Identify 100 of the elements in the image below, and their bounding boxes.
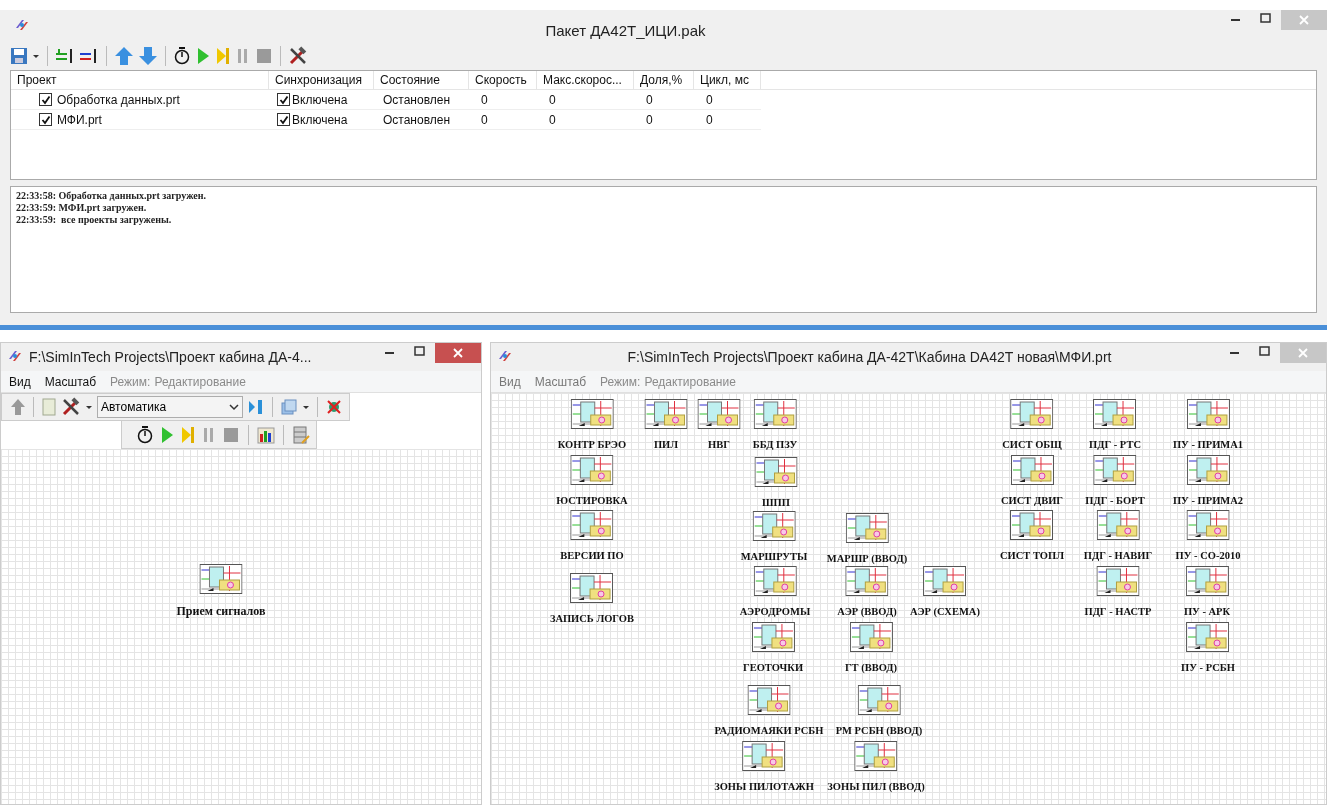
block-icon[interactable] [849, 622, 893, 652]
block-label: ПУ - ПРИМА1 [1172, 438, 1244, 452]
block-label: ПДГ - НАВИГ [1083, 549, 1153, 563]
column-header[interactable]: Состояние [374, 71, 469, 89]
checkbox[interactable] [277, 93, 290, 106]
save-icon[interactable] [10, 46, 28, 66]
block-label: АЭР (СХЕМА) [910, 605, 980, 619]
remove-link-icon[interactable] [79, 46, 99, 66]
block-label: ВЕРСИИ ПО [560, 549, 624, 563]
table-cell-text: 0 [705, 91, 714, 109]
checkbox[interactable] [39, 93, 52, 106]
add-link-icon[interactable] [55, 46, 75, 66]
block-icon[interactable] [570, 399, 614, 429]
block-label: ШПП [762, 496, 790, 510]
block-icon[interactable] [1096, 510, 1140, 540]
window-title: F:\SimInTech Projects\Проект кабина ДА-4... [29, 348, 312, 367]
block-label: ПДГ - НАСТР [1084, 605, 1152, 619]
block-icon[interactable] [570, 573, 614, 603]
mode-value: Редактирование [644, 373, 736, 391]
block-icon[interactable] [845, 566, 889, 596]
block-icon[interactable] [742, 741, 786, 771]
block-label: РАДИОМАЯКИ РСБН [714, 724, 824, 738]
table-cell-text: МФИ.prt [57, 111, 102, 129]
table-cell-text: 0 [705, 111, 714, 129]
log-line: 22:33:58: Обработка данных.prt загружен. [16, 190, 207, 202]
block-icon[interactable] [857, 685, 901, 715]
block-icon[interactable] [1093, 399, 1137, 429]
block-label: ГЕОТОЧКИ [742, 661, 804, 675]
table-cell-text: 0 [480, 91, 489, 109]
app-logo-icon [7, 349, 23, 363]
chevron-down-icon[interactable] [229, 403, 239, 411]
block-icon[interactable] [752, 511, 796, 541]
checkbox[interactable] [277, 113, 290, 126]
column-header[interactable]: Цикл, мс [694, 71, 761, 89]
block-icon[interactable] [753, 566, 797, 596]
stopwatch-icon[interactable] [136, 424, 154, 445]
menu-item[interactable]: Вид [9, 372, 31, 391]
block-label: ГТ (ВВОД) [844, 661, 898, 675]
block-label: СИСТ ТОПЛ [1000, 549, 1064, 563]
block-icon[interactable] [1093, 455, 1137, 485]
block-icon[interactable] [1186, 510, 1230, 540]
table-cell-text: 0 [548, 91, 557, 109]
column-header[interactable]: Скорость [469, 71, 537, 89]
block-label: ЗОНЫ ПИЛ (ВВОД) [827, 780, 925, 794]
tools-icon[interactable] [288, 46, 308, 66]
window-title: F:\SimInTech Projects\Проект кабина ДА-42Т\Кабина DA42T новая\МФИ.prt [626, 348, 1113, 367]
table-cell-text: Остановлен [382, 91, 452, 109]
block-icon[interactable] [751, 622, 795, 652]
block-icon[interactable] [854, 741, 898, 771]
block-icon[interactable] [845, 513, 889, 543]
table-cell-text: 0 [480, 111, 489, 129]
block-label: ПУ - АРК [1183, 605, 1231, 619]
block-label: ЮСТИРОВКА [556, 494, 628, 508]
block-icon[interactable] [923, 566, 967, 596]
block-icon[interactable] [1186, 622, 1230, 652]
menu-item[interactable]: Вид [499, 372, 521, 391]
close-icon[interactable] [453, 348, 463, 358]
table-cell-text: 0 [645, 91, 654, 109]
block-label: АЭР (ВВОД) [837, 605, 897, 619]
block-icon[interactable] [697, 399, 741, 429]
menu-item[interactable]: Масштаб [44, 372, 97, 391]
block-label: ЗОНЫ ПИЛОТАЖН [714, 780, 814, 794]
tools-icon[interactable] [61, 397, 81, 417]
block-label: ПУ - ПРИМА2 [1172, 494, 1244, 508]
stopwatch-icon[interactable] [173, 46, 191, 66]
checkbox[interactable] [39, 113, 52, 126]
block-icon[interactable] [1096, 566, 1140, 596]
arrow-up-icon[interactable] [114, 46, 134, 66]
block-icon[interactable] [1185, 566, 1229, 596]
column-header[interactable]: Проект [11, 71, 269, 89]
block-icon[interactable] [199, 564, 243, 594]
block-icon[interactable] [753, 399, 797, 429]
category-dropdown[interactable]: Автоматика [97, 396, 243, 418]
block-label: ПУ - РСБН [1181, 661, 1235, 675]
block-icon[interactable] [1186, 455, 1230, 485]
block-icon[interactable] [570, 455, 614, 485]
block-icon[interactable] [747, 685, 791, 715]
block-icon[interactable] [644, 399, 688, 429]
block-label: РМ РСБН (ВВОД) [835, 724, 923, 738]
bar-chart-icon[interactable] [257, 424, 275, 445]
block-icon[interactable] [1010, 399, 1054, 429]
block-label: ББД ПЗУ [752, 438, 798, 452]
block-label: ПДГ - БОРТ [1085, 494, 1145, 508]
table-cell-text: Обработка данных.prt [57, 91, 180, 109]
block-label: СИСТ ДВИГ [1001, 494, 1063, 508]
link-icon[interactable] [247, 397, 265, 417]
column-header[interactable]: Синхронизация [269, 71, 374, 89]
column-header[interactable]: Макс.скорос... [537, 71, 634, 89]
block-icon[interactable] [1186, 399, 1230, 429]
menu-item[interactable]: Масштаб [534, 372, 587, 391]
block-icon[interactable] [754, 457, 798, 487]
arrow-down-icon[interactable] [138, 46, 158, 66]
block-icon[interactable] [1010, 455, 1054, 485]
database-edit-icon[interactable] [292, 424, 310, 445]
column-header[interactable]: Доля,% [634, 71, 694, 89]
close-button[interactable] [435, 343, 481, 363]
log-line: 22:33:59: все проекты загружены. [16, 214, 173, 226]
block-icon[interactable] [570, 510, 614, 540]
block-icon[interactable] [1010, 510, 1054, 540]
table-cell-text: 0 [548, 111, 557, 129]
